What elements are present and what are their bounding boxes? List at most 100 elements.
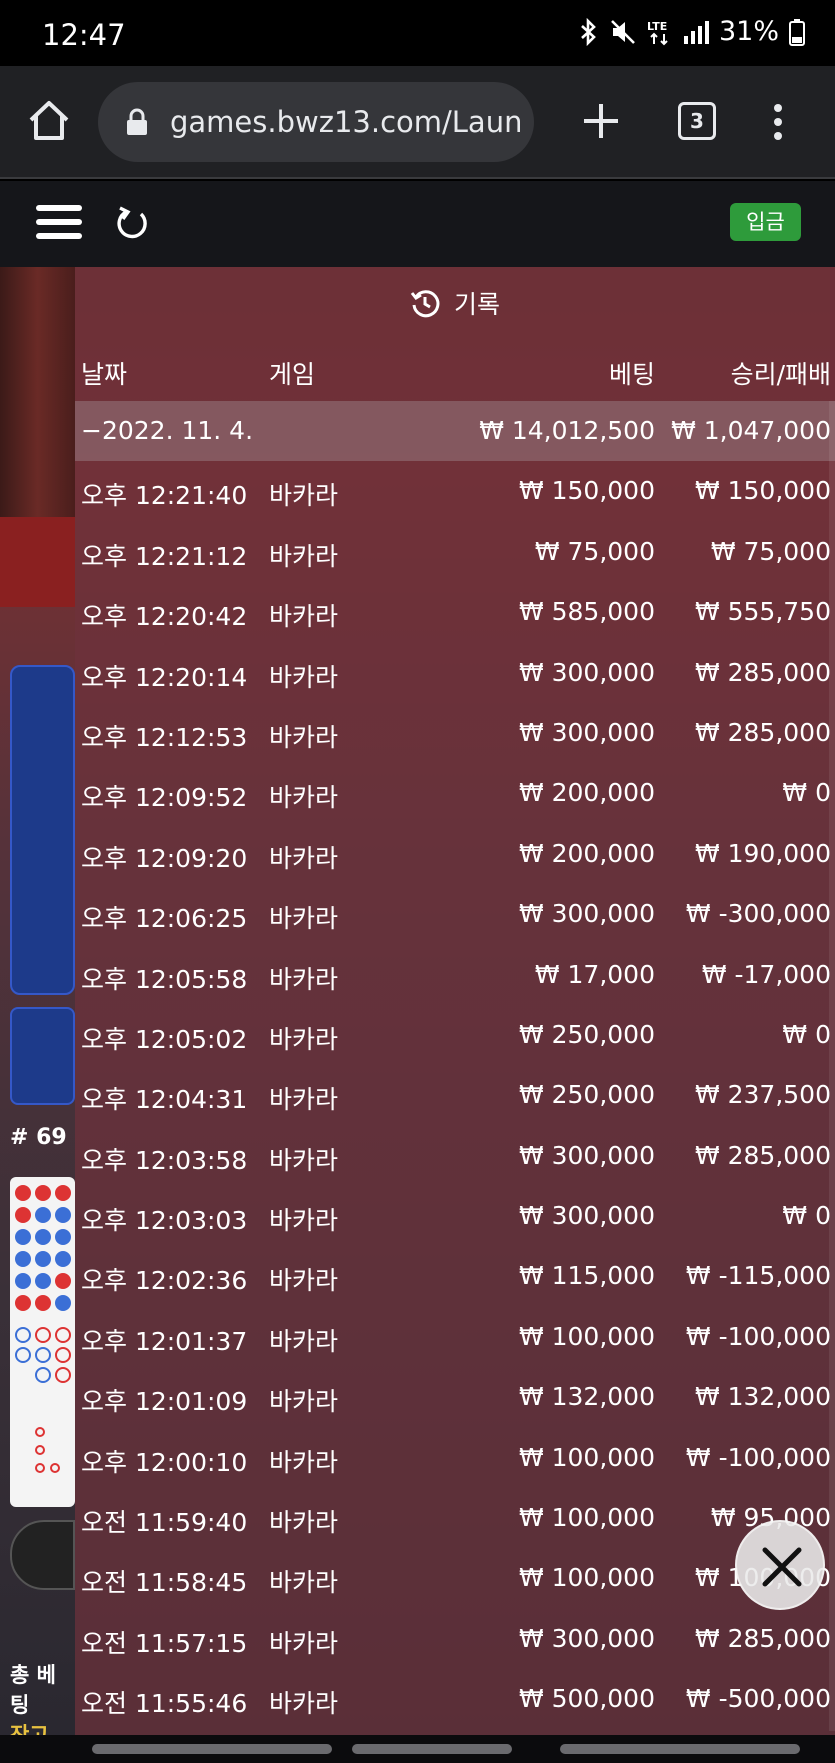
tab-switcher-button[interactable]: 3: [678, 102, 716, 140]
bluetooth-icon: [581, 17, 596, 46]
history-scrollbar[interactable]: [829, 401, 835, 1731]
road-dot: [55, 1295, 71, 1311]
column-header-bet: 베팅: [608, 360, 655, 389]
row-time: 오후 12:00:10: [81, 1447, 248, 1477]
row-result: ₩ 0: [782, 1201, 831, 1231]
history-row[interactable]: 오후 12:05:58 바카라 ₩ 17,000 ₩ -17,000: [75, 945, 835, 1005]
row-bet: ₩ 300,000: [518, 657, 655, 687]
bet-area-panel-small[interactable]: [10, 1007, 75, 1105]
row-game: 바카라: [269, 1266, 339, 1296]
row-result: ₩ 0: [782, 1019, 831, 1049]
history-row[interactable]: 오후 12:06:25 바카라 ₩ 300,000 ₩ -300,000: [75, 884, 835, 944]
road-dot: [55, 1207, 71, 1223]
road-dot: [55, 1229, 71, 1245]
history-row[interactable]: 오후 12:04:31 바카라 ₩ 250,000 ₩ 237,500: [75, 1065, 835, 1125]
road-dot: [35, 1463, 45, 1473]
history-row[interactable]: 오후 12:03:58 바카라 ₩ 300,000 ₩ 285,000: [75, 1126, 835, 1186]
nav-home-button[interactable]: [352, 1744, 512, 1754]
row-bet: ₩ 150,000: [518, 476, 655, 506]
history-row[interactable]: 오전 11:57:15 바카라 ₩ 300,000 ₩ 285,000: [75, 1609, 835, 1669]
history-row[interactable]: 오후 12:00:10 바카라 ₩ 100,000 ₩ -100,000: [75, 1428, 835, 1488]
row-game: 바카라: [269, 904, 339, 934]
history-row[interactable]: 오전 11:58:45바카라₩ 100,000₩ 100,000: [75, 1548, 835, 1608]
road-dot: [55, 1347, 71, 1363]
row-time: 오후 12:12:53: [81, 722, 248, 752]
bet-balance-info: 총 베팅 잔고 ₩: [10, 1660, 75, 1735]
history-row[interactable]: 오전 11:55:46 바카라 ₩ 500,000 ₩ -500,000: [75, 1669, 835, 1729]
row-result: ₩ -115,000: [685, 1261, 831, 1291]
road-dot: [35, 1427, 45, 1437]
history-row[interactable]: 오전 11:59:40 바카라 ₩ 100,000 ₩ 95,000: [75, 1488, 835, 1548]
history-row[interactable]: 오후 12:20:42 바카라 ₩ 585,000 ₩ 555,750: [75, 582, 835, 642]
row-bet: ₩ 100,000: [518, 1442, 655, 1472]
road-dot: [35, 1367, 51, 1383]
row-game: 바카라: [269, 1206, 339, 1236]
history-row[interactable]: 오후 12:09:20 바카라 ₩ 200,000 ₩ 190,000: [75, 824, 835, 884]
road-dot: [35, 1251, 51, 1267]
road-dot: [55, 1251, 71, 1267]
bet-area-panel[interactable]: [10, 665, 75, 995]
history-row[interactable]: 오후 12:05:02 바카라 ₩ 250,000 ₩ 0: [75, 1005, 835, 1065]
row-game: 바카라: [269, 722, 339, 752]
row-game: 바카라: [269, 1508, 339, 1538]
history-row[interactable]: 오후 12:01:37 바카라 ₩ 100,000 ₩ -100,000: [75, 1307, 835, 1367]
status-time: 12:47: [42, 18, 126, 52]
row-result: ₩ 150,000: [694, 476, 831, 506]
close-history-button[interactable]: [735, 1520, 825, 1610]
row-result: ₩ -100,000: [685, 1442, 831, 1472]
history-panel: 기록 날짜 게임 베팅 승리/패배 −2022. 11. 4. ₩ 14,012…: [75, 267, 835, 1735]
row-game: 바카라: [269, 1689, 339, 1719]
row-game: 바카라: [269, 1628, 339, 1658]
new-tab-icon[interactable]: [580, 100, 622, 142]
road-dot: [35, 1273, 51, 1289]
row-game: 바카라: [269, 481, 339, 511]
history-row[interactable]: 오후 12:01:09 바카라 ₩ 132,000 ₩ 132,000: [75, 1367, 835, 1427]
road-dot: [35, 1445, 45, 1455]
road-dot: [35, 1207, 51, 1223]
road-dot: [55, 1327, 71, 1343]
deposit-button[interactable]: 입금: [730, 203, 801, 241]
row-game: 바카라: [269, 541, 339, 571]
chip-selector-button[interactable]: [10, 1520, 75, 1590]
history-row[interactable]: 오후 12:12:53 바카라 ₩ 300,000 ₩ 285,000: [75, 703, 835, 763]
reload-icon[interactable]: [116, 205, 150, 241]
row-game: 바카라: [269, 1447, 339, 1477]
history-row[interactable]: 오후 12:02:36 바카라 ₩ 115,000 ₩ -115,000: [75, 1246, 835, 1306]
row-time: 오후 12:20:14: [81, 662, 248, 692]
nav-recents-button[interactable]: [92, 1744, 332, 1754]
more-menu-icon[interactable]: [768, 102, 788, 142]
row-result: ₩ 75,000: [710, 536, 831, 566]
history-row[interactable]: 오후 12:03:03 바카라 ₩ 300,000 ₩ 0: [75, 1186, 835, 1246]
row-bet: ₩ 100,000: [518, 1321, 655, 1351]
history-row[interactable]: 오후 12:21:40 바카라 ₩ 150,000 ₩ 150,000: [75, 461, 835, 521]
mute-icon: [611, 19, 635, 44]
row-time: 오후 12:04:31: [81, 1085, 248, 1115]
nav-back-button[interactable]: [560, 1744, 800, 1754]
hamburger-menu-icon[interactable]: [36, 203, 82, 241]
url-text[interactable]: games.bwz13.com/Laun: [170, 105, 520, 139]
home-icon[interactable]: [26, 98, 72, 144]
road-dot: [15, 1207, 31, 1223]
row-time: 오후 12:06:25: [81, 904, 248, 934]
row-time: 오전 11:57:15: [81, 1628, 248, 1658]
url-bar[interactable]: games.bwz13.com/Laun: [98, 82, 534, 162]
row-game: 바카라: [269, 1326, 339, 1356]
row-time: 오후 12:09:52: [81, 783, 248, 813]
road-dot: [35, 1185, 51, 1201]
row-game: 바카라: [269, 1085, 339, 1115]
summary-result-total: ₩ 1,047,000: [671, 416, 831, 445]
history-row[interactable]: 오후 12:09:52 바카라 ₩ 200,000 ₩ 0: [75, 763, 835, 823]
summary-date: −2022. 11. 4.: [81, 416, 254, 445]
road-dot: [35, 1229, 51, 1245]
road-dot: [55, 1367, 71, 1383]
history-date-summary-row[interactable]: −2022. 11. 4. ₩ 14,012,500 ₩ 1,047,000: [75, 401, 835, 462]
history-row[interactable]: 오후 12:21:12 바카라 ₩ 75,000 ₩ 75,000: [75, 522, 835, 582]
row-bet: ₩ 75,000: [534, 536, 655, 566]
total-bet-label: 총 베팅: [10, 1663, 56, 1717]
history-rows[interactable]: −2022. 11. 4. ₩ 14,012,500 ₩ 1,047,000 오…: [75, 401, 835, 1730]
row-result: ₩ 132,000: [694, 1382, 831, 1412]
status-bar: 12:47 LTE 31%: [0, 0, 835, 66]
row-game: 바카라: [269, 1145, 339, 1175]
row-time: 오후 12:21:12: [81, 541, 248, 571]
history-row[interactable]: 오후 12:20:14 바카라 ₩ 300,000 ₩ 285,000: [75, 643, 835, 703]
